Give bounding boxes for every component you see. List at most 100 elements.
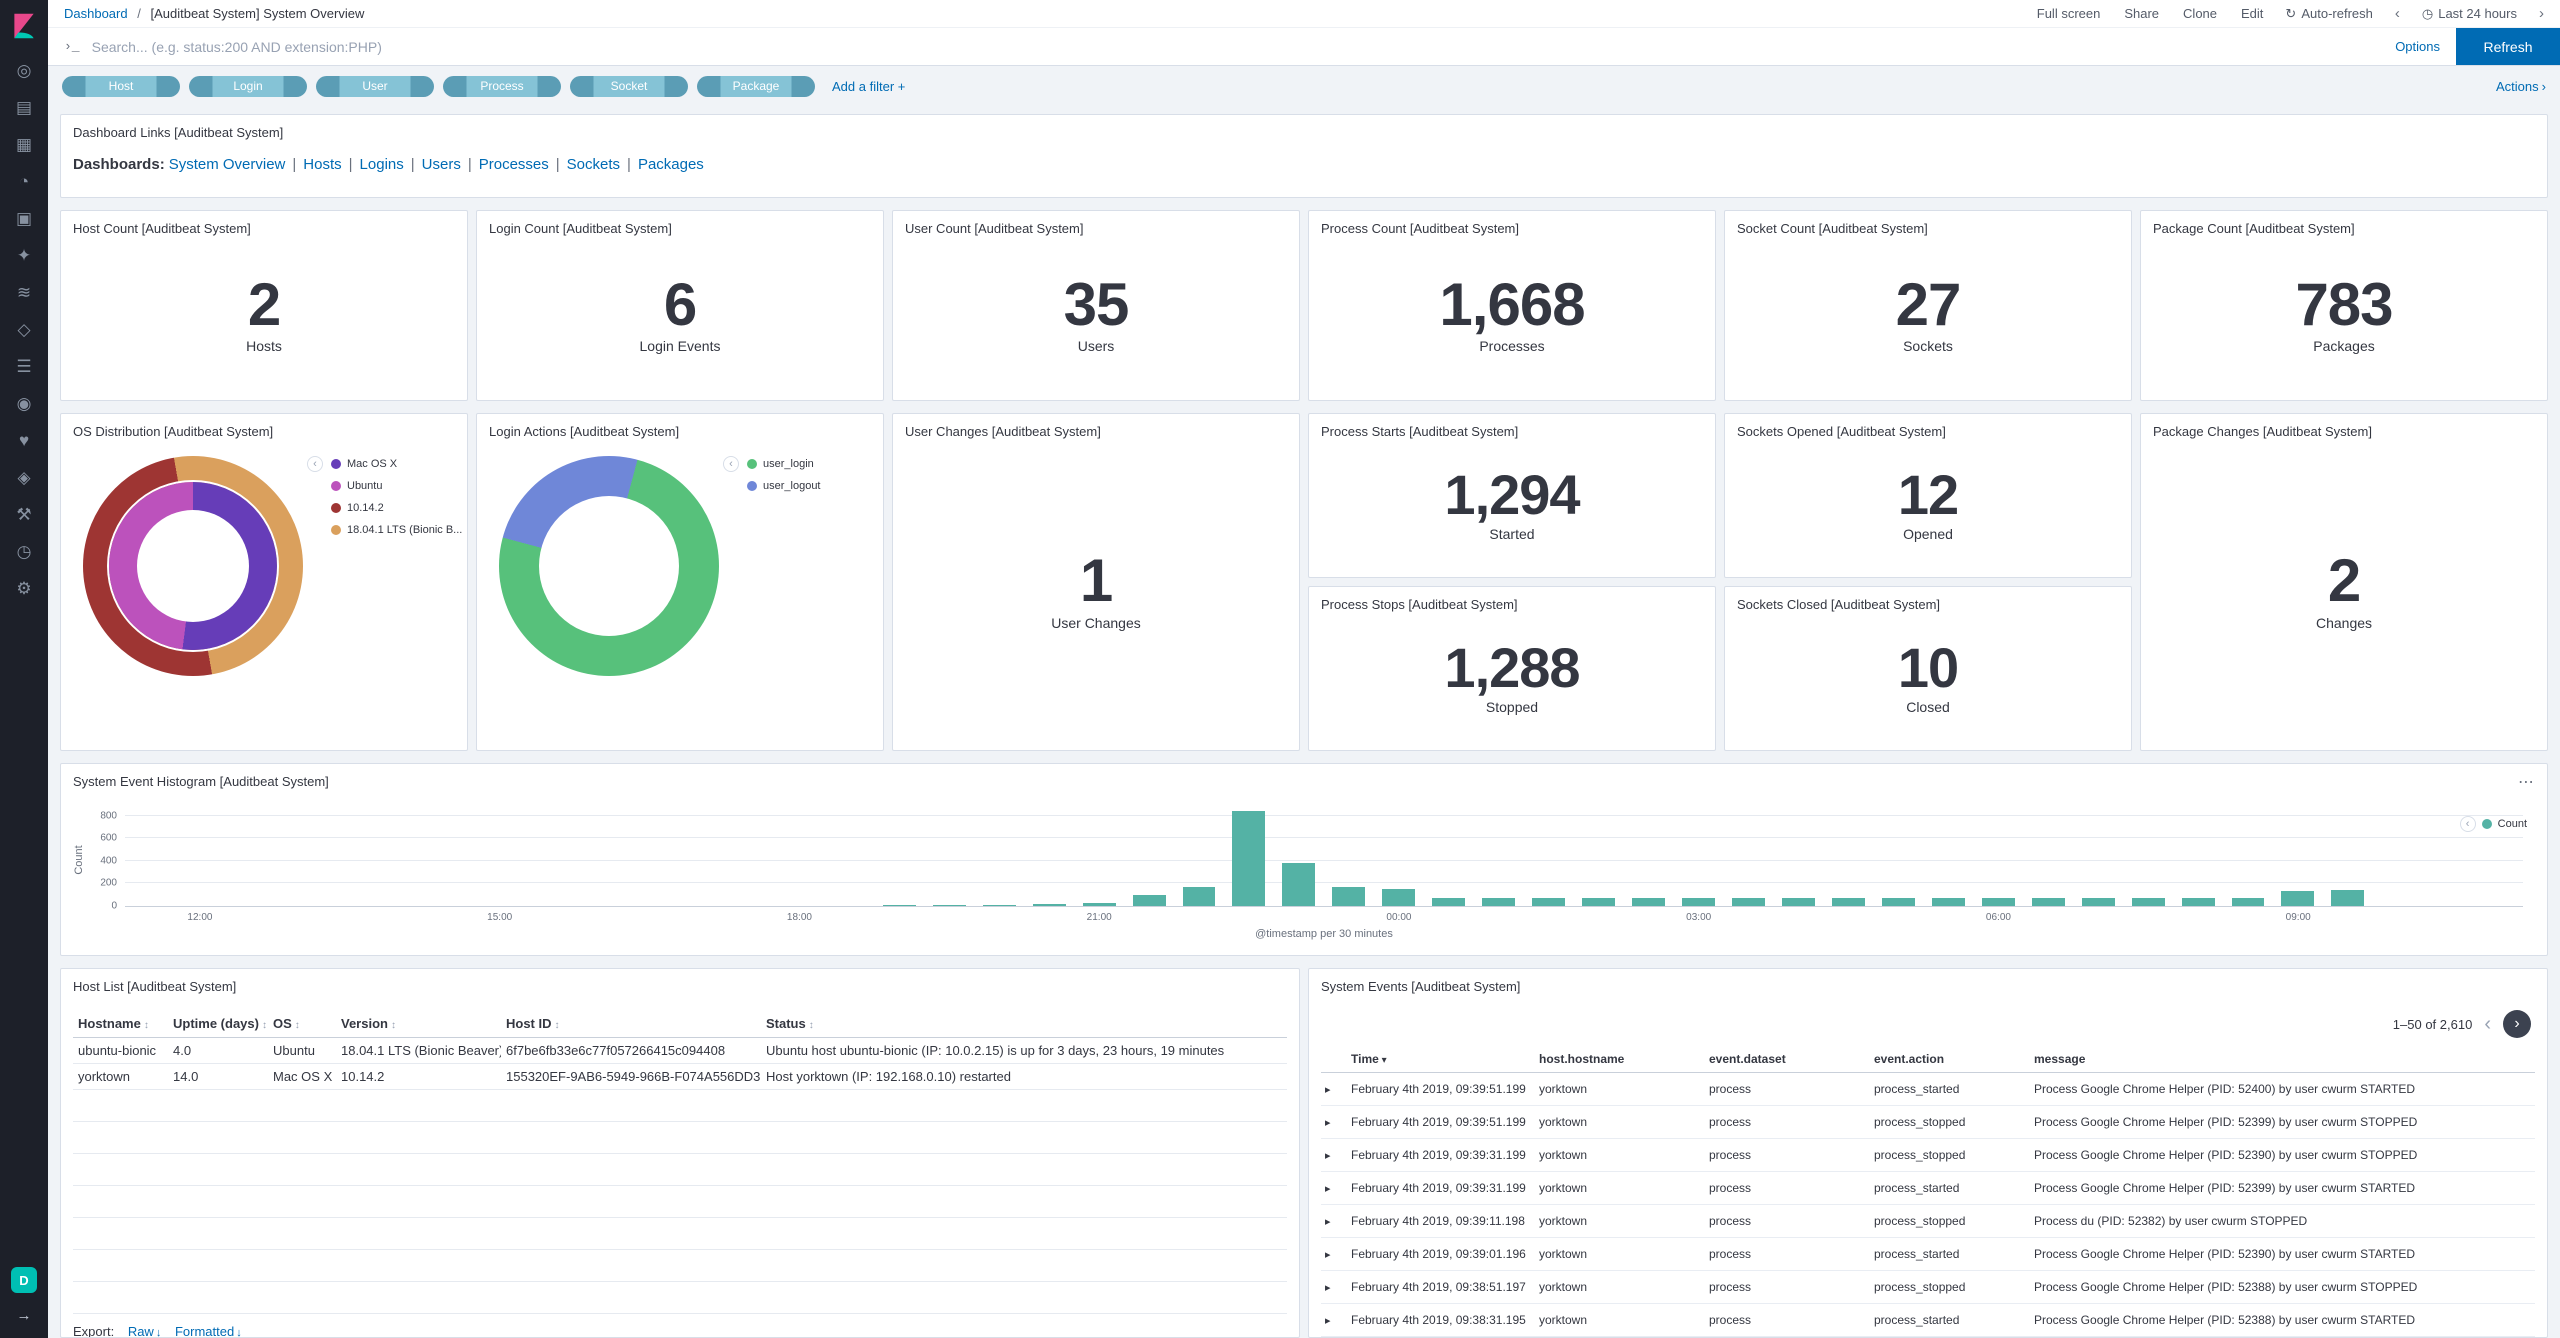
histogram-bar[interactable] bbox=[1632, 898, 1665, 906]
histogram-bar[interactable] bbox=[1682, 898, 1715, 906]
expand-cell[interactable]: ▸ bbox=[1321, 1238, 1347, 1271]
logs-icon[interactable]: ☰ bbox=[0, 348, 48, 385]
histogram-bar[interactable] bbox=[933, 905, 966, 906]
expand-cell[interactable]: ▸ bbox=[1321, 1304, 1347, 1337]
host-row[interactable]: ubuntu-bionic4.0Ubuntu18.04.1 LTS (Bioni… bbox=[73, 1038, 1287, 1064]
uptime-icon[interactable]: ♥ bbox=[0, 422, 48, 459]
timelion-icon[interactable]: ◔ bbox=[0, 163, 48, 200]
canvas-icon[interactable]: ▣ bbox=[0, 200, 48, 237]
histogram-bar[interactable] bbox=[1532, 898, 1565, 906]
events-col-message[interactable]: message bbox=[2030, 1046, 2535, 1073]
filter-pill-login[interactable]: Login bbox=[189, 76, 307, 97]
filter-actions-link[interactable]: Actions › bbox=[2496, 79, 2546, 94]
histogram-bar[interactable] bbox=[1432, 898, 1465, 906]
histogram-bar[interactable] bbox=[2132, 898, 2165, 906]
space-badge[interactable]: D bbox=[11, 1267, 37, 1293]
histogram-bar[interactable] bbox=[1982, 898, 2015, 906]
histogram-bar[interactable] bbox=[1282, 863, 1315, 906]
histogram-bar[interactable] bbox=[1782, 898, 1815, 906]
dashboard-link-packages[interactable]: Packages bbox=[638, 156, 704, 173]
dashboard-link-hosts[interactable]: Hosts bbox=[303, 156, 341, 173]
expand-cell[interactable]: ▸ bbox=[1321, 1106, 1347, 1139]
expand-row-icon[interactable]: ▸ bbox=[1325, 1150, 1331, 1162]
histogram-bar[interactable] bbox=[1133, 895, 1166, 906]
host-col-hostname[interactable]: Hostname↕ bbox=[73, 1010, 168, 1038]
infrastructure-icon[interactable]: ◇ bbox=[0, 311, 48, 348]
dashboard-link-sockets[interactable]: Sockets bbox=[567, 156, 620, 173]
graph-icon[interactable]: ◈ bbox=[0, 459, 48, 496]
histogram-bar[interactable] bbox=[1732, 898, 1765, 906]
events-col-Time[interactable]: Time ▾ bbox=[1347, 1046, 1535, 1073]
histogram-bar[interactable] bbox=[1882, 898, 1915, 906]
apm-icon[interactable]: ◉ bbox=[0, 385, 48, 422]
histogram-bar[interactable] bbox=[1582, 898, 1615, 906]
expand-cell[interactable]: ▸ bbox=[1321, 1073, 1347, 1106]
host-col-version[interactable]: Version↕ bbox=[336, 1010, 501, 1038]
visualize-icon[interactable]: ▤ bbox=[0, 89, 48, 126]
legend-toggle-icon[interactable]: ‹ bbox=[307, 456, 323, 472]
histogram-bar[interactable] bbox=[2032, 898, 2065, 906]
dev-tools-icon[interactable]: ⚒ bbox=[0, 496, 48, 533]
dashboard-link-processes[interactable]: Processes bbox=[479, 156, 549, 173]
host-col-status[interactable]: Status↕ bbox=[761, 1010, 1287, 1038]
login-actions-donut[interactable] bbox=[499, 456, 719, 676]
pagination-next-button[interactable]: › bbox=[2503, 1010, 2531, 1038]
histogram-bar[interactable] bbox=[1183, 887, 1216, 906]
legend-item-18-04-1-lts-bionic-b-[interactable]: 18.04.1 LTS (Bionic B... bbox=[331, 524, 462, 536]
filter-pill-socket[interactable]: Socket bbox=[570, 76, 688, 97]
time-forward-button[interactable]: › bbox=[2539, 5, 2544, 22]
histogram-bar[interactable] bbox=[1033, 904, 1066, 906]
histogram-bar[interactable] bbox=[883, 905, 916, 906]
search-input[interactable] bbox=[92, 39, 2380, 55]
discover-icon[interactable]: ◎ bbox=[0, 52, 48, 89]
panel-options-icon[interactable]: ⋯ bbox=[2518, 772, 2535, 792]
breadcrumb-dashboard-link[interactable]: Dashboard bbox=[64, 6, 128, 21]
machine-learning-icon[interactable]: ≋ bbox=[0, 274, 48, 311]
host-col-os[interactable]: OS↕ bbox=[268, 1010, 336, 1038]
auto-refresh-button[interactable]: ↻ Auto-refresh bbox=[2285, 6, 2372, 22]
events-col-host-hostname[interactable]: host.hostname bbox=[1535, 1046, 1705, 1073]
filter-pill-user[interactable]: User bbox=[316, 76, 434, 97]
legend-toggle-icon[interactable]: ‹ bbox=[723, 456, 739, 472]
histogram-bar[interactable] bbox=[2331, 890, 2364, 906]
expand-row-icon[interactable]: ▸ bbox=[1325, 1183, 1331, 1195]
add-filter-link[interactable]: Add a filter + bbox=[832, 79, 905, 94]
expand-cell[interactable]: ▸ bbox=[1321, 1139, 1347, 1172]
top-action-edit[interactable]: Edit bbox=[2241, 6, 2263, 21]
export-raw-link[interactable]: Raw↓ bbox=[128, 1324, 162, 1338]
histogram-bar[interactable] bbox=[983, 905, 1016, 906]
expand-row-icon[interactable]: ▸ bbox=[1325, 1282, 1331, 1294]
query-options-link[interactable]: Options bbox=[2395, 39, 2440, 54]
legend-item-user-login[interactable]: user_login bbox=[747, 458, 821, 470]
pagination-prev-button[interactable]: ‹ bbox=[2484, 1014, 2491, 1034]
events-col-event-action[interactable]: event.action bbox=[1870, 1046, 2030, 1073]
refresh-button[interactable]: Refresh bbox=[2456, 28, 2560, 65]
management-icon[interactable]: ⚙ bbox=[0, 570, 48, 607]
expand-row-icon[interactable]: ▸ bbox=[1325, 1084, 1331, 1096]
expand-row-icon[interactable]: ▸ bbox=[1325, 1216, 1331, 1228]
events-col-event-dataset[interactable]: event.dataset bbox=[1705, 1046, 1870, 1073]
histogram-bar[interactable] bbox=[1232, 811, 1265, 906]
export-formatted-link[interactable]: Formatted↓ bbox=[175, 1324, 242, 1338]
expand-row-icon[interactable]: ▸ bbox=[1325, 1117, 1331, 1129]
histogram-bar[interactable] bbox=[1482, 898, 1515, 906]
legend-item-ubuntu[interactable]: Ubuntu bbox=[331, 480, 462, 492]
kibana-logo[interactable] bbox=[8, 10, 40, 42]
histogram-bar[interactable] bbox=[2232, 898, 2265, 906]
host-col-uptime-days-[interactable]: Uptime (days)↕ bbox=[168, 1010, 268, 1038]
filter-pill-host[interactable]: Host bbox=[62, 76, 180, 97]
os-distribution-donut[interactable] bbox=[83, 456, 303, 676]
dashboard-link-users[interactable]: Users bbox=[422, 156, 461, 173]
maps-icon[interactable]: ✦ bbox=[0, 237, 48, 274]
expand-row-icon[interactable]: ▸ bbox=[1325, 1249, 1331, 1261]
histogram-bar[interactable] bbox=[2082, 898, 2115, 906]
dashboard-icon[interactable]: ▦ bbox=[0, 126, 48, 163]
histogram-bar[interactable] bbox=[2281, 891, 2314, 906]
time-back-button[interactable]: ‹ bbox=[2395, 5, 2400, 22]
top-action-full-screen[interactable]: Full screen bbox=[2037, 6, 2101, 21]
histogram-bar[interactable] bbox=[1832, 898, 1865, 906]
count-legend-label[interactable]: Count bbox=[2498, 818, 2527, 830]
expand-cell[interactable]: ▸ bbox=[1321, 1172, 1347, 1205]
collapse-sidebar-icon[interactable]: → bbox=[17, 1307, 32, 1324]
histogram-bar[interactable] bbox=[1932, 898, 1965, 906]
